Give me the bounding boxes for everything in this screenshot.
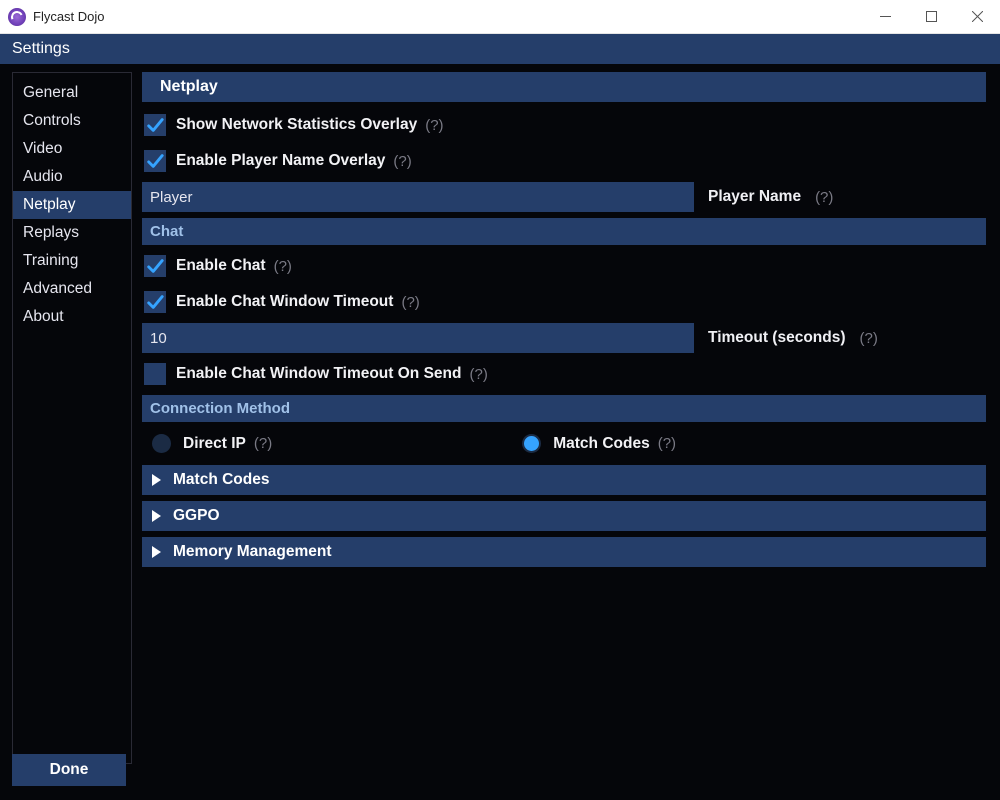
sidebar-item-controls[interactable]: Controls — [13, 107, 131, 135]
expand-icon — [152, 510, 161, 522]
sidebar-item-audio[interactable]: Audio — [13, 163, 131, 191]
help-icon[interactable]: (?) — [425, 117, 443, 134]
chat-timeout-input[interactable] — [142, 323, 694, 353]
sidebar-item-video[interactable]: Video — [13, 135, 131, 163]
maximize-button[interactable] — [908, 0, 954, 34]
help-icon[interactable]: (?) — [860, 330, 878, 347]
check-icon — [146, 257, 164, 275]
window-title: Flycast Dojo — [33, 9, 105, 24]
collapser-label: GGPO — [173, 507, 220, 525]
checkbox-enable-chat-timeout[interactable] — [144, 291, 166, 313]
window-titlebar: Flycast Dojo — [0, 0, 1000, 34]
collapser-label: Memory Management — [173, 543, 331, 561]
collapser-ggpo[interactable]: GGPO — [142, 501, 986, 531]
app-icon — [8, 8, 26, 26]
sidebar-item-about[interactable]: About — [13, 303, 131, 331]
sidebar-item-advanced[interactable]: Advanced — [13, 275, 131, 303]
help-icon[interactable]: (?) — [815, 189, 833, 206]
checkbox-show-net-stats[interactable] — [144, 114, 166, 136]
radio-match-codes[interactable] — [522, 434, 541, 453]
sidebar-item-netplay[interactable]: Netplay — [13, 191, 131, 219]
panel-title: Netplay — [142, 72, 986, 102]
close-button[interactable] — [954, 0, 1000, 34]
player-name-input[interactable] — [142, 182, 694, 212]
help-icon[interactable]: (?) — [401, 294, 419, 311]
help-icon[interactable]: (?) — [469, 366, 487, 383]
label-timeout: Timeout (seconds) — [708, 329, 846, 347]
section-chat: Chat — [142, 218, 986, 245]
help-icon[interactable]: (?) — [254, 435, 272, 452]
checkbox-enable-chat[interactable] — [144, 255, 166, 277]
checkbox-enable-name-overlay[interactable] — [144, 150, 166, 172]
label-player-name: Player Name — [708, 188, 801, 206]
help-icon[interactable]: (?) — [393, 153, 411, 170]
settings-header: Settings — [0, 34, 1000, 64]
sidebar-item-general[interactable]: General — [13, 79, 131, 107]
collapser-label: Match Codes — [173, 471, 269, 489]
label-enable-chat-timeout-on-send: Enable Chat Window Timeout On Send — [176, 365, 461, 383]
sidebar-item-replays[interactable]: Replays — [13, 219, 131, 247]
radio-direct-ip[interactable] — [152, 434, 171, 453]
check-icon — [146, 152, 164, 170]
label-enable-name-overlay: Enable Player Name Overlay — [176, 152, 385, 170]
label-show-net-stats: Show Network Statistics Overlay — [176, 116, 417, 134]
expand-icon — [152, 474, 161, 486]
settings-panel: Netplay Show Network Statistics Overlay … — [142, 64, 1000, 744]
checkbox-enable-chat-timeout-on-send[interactable] — [144, 363, 166, 385]
section-connection-method: Connection Method — [142, 395, 986, 422]
check-icon — [146, 293, 164, 311]
collapser-match-codes[interactable]: Match Codes — [142, 465, 986, 495]
collapser-memory-management[interactable]: Memory Management — [142, 537, 986, 567]
label-enable-chat-timeout: Enable Chat Window Timeout — [176, 293, 393, 311]
check-icon — [146, 116, 164, 134]
settings-sidebar: General Controls Video Audio Netplay Rep… — [12, 72, 132, 764]
minimize-button[interactable] — [862, 0, 908, 34]
help-icon[interactable]: (?) — [658, 435, 676, 452]
label-direct-ip: Direct IP — [183, 435, 246, 453]
help-icon[interactable]: (?) — [274, 258, 292, 275]
label-match-codes: Match Codes — [553, 435, 649, 453]
sidebar-item-training[interactable]: Training — [13, 247, 131, 275]
expand-icon — [152, 546, 161, 558]
label-enable-chat: Enable Chat — [176, 257, 266, 275]
done-button[interactable]: Done — [12, 754, 126, 786]
